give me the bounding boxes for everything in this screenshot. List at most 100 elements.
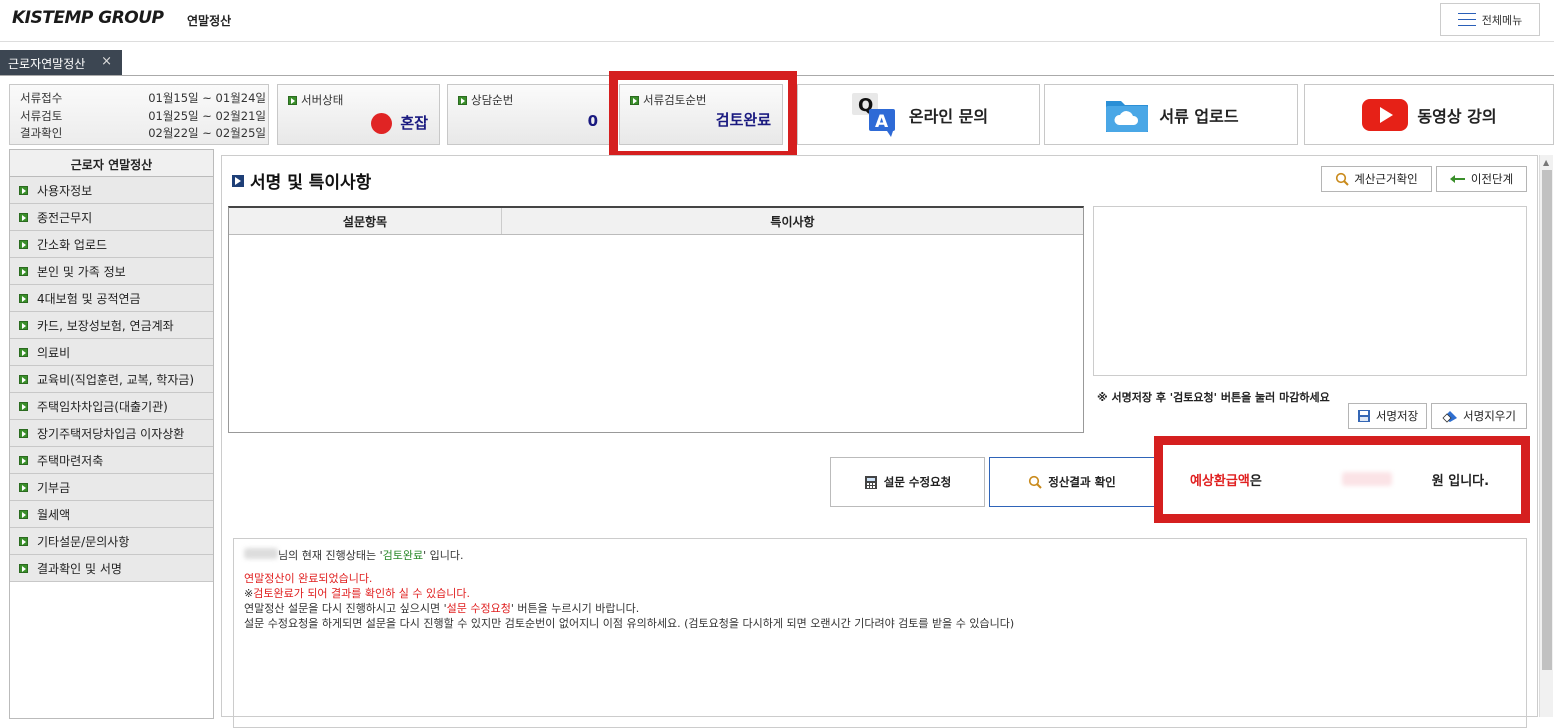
sidebar-item-previous-workplace[interactable]: 종전근무지 xyxy=(10,204,213,231)
video-lecture-label: 동영상 강의 xyxy=(1417,106,1497,126)
warning-message: 설문 수정요청을 하게되면 설문을 다시 진행할 수 있지만 검토순번이 없어지… xyxy=(244,617,1015,630)
sidebar-title: 근로자 연말정산 xyxy=(10,150,213,177)
survey-table: 설문항목 특이사항 xyxy=(228,206,1084,433)
schedule-row: 서류검토 01월25일 ~ 02월21일 xyxy=(20,108,266,126)
all-menu-button[interactable]: 전체메뉴 xyxy=(1440,3,1540,36)
bullet-icon xyxy=(19,509,28,519)
all-menu-label: 전체메뉴 xyxy=(1481,13,1523,27)
schedule-label: 결과확인 xyxy=(20,126,63,140)
sidebar-item-label: 의료비 xyxy=(37,345,71,360)
sidebar-item-label: 사용자정보 xyxy=(37,183,93,198)
kistemp-logo[interactable]: KISTEMP GROUP xyxy=(12,8,164,28)
sidebar-item-donation[interactable]: 기부금 xyxy=(10,474,213,501)
cloud-folder-icon xyxy=(1106,100,1149,132)
consult-order-value: 0 xyxy=(587,112,598,130)
column-header-survey-item: 설문항목 xyxy=(229,208,502,234)
server-status-label: 서버상태 xyxy=(301,93,344,107)
hamburger-icon xyxy=(1457,13,1476,26)
bullet-icon xyxy=(19,185,28,195)
sidebar-item-simplified-upload[interactable]: 간소화 업로드 xyxy=(10,231,213,258)
name-redacted xyxy=(244,548,278,559)
signature-note: ※ 서명저장 후 '검토요청' 버튼을 눌러 마감하세요 xyxy=(1097,391,1330,404)
sidebar-item-user-info[interactable]: 사용자정보 xyxy=(10,177,213,204)
highlight-box-refund xyxy=(1154,436,1530,523)
sidebar-item-result-signature[interactable]: 결과확인 및 서명 xyxy=(10,555,213,582)
result-message: ※검토완료가 되어 결과를 확인하 실 수 있습니다. xyxy=(244,587,470,600)
sidebar-item-label: 종전근무지 xyxy=(37,210,93,225)
app-title: 연말정산 xyxy=(187,14,232,28)
table-header-row: 설문항목 특이사항 xyxy=(229,208,1083,235)
bullet-icon xyxy=(458,95,467,105)
signature-pad[interactable] xyxy=(1093,206,1527,376)
magnifier-icon xyxy=(1029,475,1042,489)
sidebar-item-label: 주택마련저축 xyxy=(37,453,104,468)
survey-edit-request-label: 설문 수정요청 xyxy=(883,475,952,489)
status-text: 검토완료 xyxy=(382,549,424,562)
bullet-icon xyxy=(19,482,28,492)
sidebar-item-monthly-rent[interactable]: 월세액 xyxy=(10,501,213,528)
redo-message: 연말정산 설문을 다시 진행하시고 싶으시면 '설문 수정요청' 버튼을 누르시… xyxy=(244,602,640,615)
bullet-icon xyxy=(19,293,28,303)
sidebar-item-mortgage-interest[interactable]: 장기주택저당차입금 이자상환 xyxy=(10,420,213,447)
schedule-period: 01월25일 ~ 02월21일 xyxy=(148,108,266,123)
clear-signature-button[interactable]: 서명지우기 xyxy=(1431,403,1527,429)
arrow-left-icon xyxy=(1449,175,1465,183)
document-upload-link[interactable]: 서류 업로드 xyxy=(1044,84,1298,145)
schedule-period: 01월15일 ~ 01월24일 xyxy=(148,91,266,105)
bullet-icon xyxy=(19,563,28,573)
calculator-icon xyxy=(864,475,877,489)
server-status-value: 혼잡 xyxy=(400,114,428,132)
sidebar-item-label: 기타설문/문의사항 xyxy=(37,534,130,549)
sidebar-item-medical[interactable]: 의료비 xyxy=(10,339,213,366)
complete-message: 연말정산이 완료되었습니다. xyxy=(244,572,373,585)
calc-basis-button[interactable]: 계산근거확인 xyxy=(1321,166,1432,192)
clear-signature-label: 서명지우기 xyxy=(1463,409,1516,423)
save-signature-button[interactable]: 서명저장 xyxy=(1348,403,1427,429)
bullet-icon xyxy=(19,455,28,465)
scroll-up-icon[interactable]: ▲ xyxy=(1543,158,1549,167)
bullet-icon xyxy=(19,401,28,411)
settlement-result-button[interactable]: 정산결과 확인 xyxy=(989,457,1155,507)
prev-step-button[interactable]: 이전단계 xyxy=(1436,166,1527,192)
bullet-icon xyxy=(288,95,297,105)
column-header-special-notes: 특이사항 xyxy=(770,214,815,229)
document-upload-label: 서류 업로드 xyxy=(1159,106,1239,126)
schedule-row: 서류접수 01월15일 ~ 01월24일 xyxy=(20,90,266,108)
bullet-icon xyxy=(19,239,28,249)
sidebar-item-label: 월세액 xyxy=(37,507,71,522)
section-arrow-icon xyxy=(232,174,244,187)
schedule-panel: 서류접수 01월15일 ~ 01월24일 서류검토 01월25일 ~ 02월21… xyxy=(9,84,269,145)
sidebar-item-label: 본인 및 가족 정보 xyxy=(37,264,126,279)
sidebar-item-card-insurance[interactable]: 카드, 보장성보험, 연금계좌 xyxy=(10,312,213,339)
sidebar-item-housing-loan[interactable]: 주택임차차입금(대출기관) xyxy=(10,393,213,420)
top-header: KISTEMP GROUP 연말정산 전체메뉴 xyxy=(0,0,1554,42)
status-red-dot-icon xyxy=(371,113,393,134)
sidebar-item-other-survey[interactable]: 기타설문/문의사항 xyxy=(10,528,213,555)
consult-order-panel: 상담순번 0 xyxy=(447,84,610,145)
sidebar-item-label: 결과확인 및 서명 xyxy=(37,561,122,576)
consult-order-label: 상담순번 xyxy=(471,93,514,107)
sidebar-item-insurance-pension[interactable]: 4대보험 및 공적연금 xyxy=(10,285,213,312)
schedule-row: 결과확인 02월22일 ~ 02월25일 xyxy=(20,125,266,143)
youtube-play-icon xyxy=(1362,98,1409,131)
survey-edit-request-button[interactable]: 설문 수정요청 xyxy=(830,457,985,507)
sidebar-item-family-info[interactable]: 본인 및 가족 정보 xyxy=(10,258,213,285)
online-inquiry-link[interactable]: Q A 온라인 문의 xyxy=(797,84,1040,145)
prev-step-label: 이전단계 xyxy=(1470,172,1514,186)
sidebar-item-education[interactable]: 교육비(직업훈련, 교복, 학자금) xyxy=(10,366,213,393)
vertical-scrollbar[interactable]: ▲ xyxy=(1539,155,1553,717)
bullet-icon xyxy=(19,266,28,276)
tab-employee-settlement[interactable]: 근로자연말정산 × xyxy=(0,50,122,75)
sidebar: 근로자 연말정산 사용자정보 종전근무지 간소화 업로드 본인 및 가족 정보 … xyxy=(9,149,214,719)
close-icon[interactable]: × xyxy=(101,54,112,69)
schedule-label: 서류접수 xyxy=(20,91,63,105)
scroll-thumb[interactable] xyxy=(1542,170,1552,670)
magnifier-icon xyxy=(1336,172,1349,186)
video-lecture-link[interactable]: 동영상 강의 xyxy=(1304,84,1554,145)
highlight-box-review xyxy=(609,71,797,160)
section-title: 서명 및 특이사항 xyxy=(250,173,372,193)
tab-label: 근로자연말정산 xyxy=(8,57,86,71)
status-message-box: 님의 현재 진행상태는 '검토완료' 입니다. 연말정산이 완료되었습니다. ※… xyxy=(233,538,1527,728)
sidebar-item-housing-savings[interactable]: 주택마련저축 xyxy=(10,447,213,474)
sidebar-item-label: 간소화 업로드 xyxy=(37,237,108,252)
